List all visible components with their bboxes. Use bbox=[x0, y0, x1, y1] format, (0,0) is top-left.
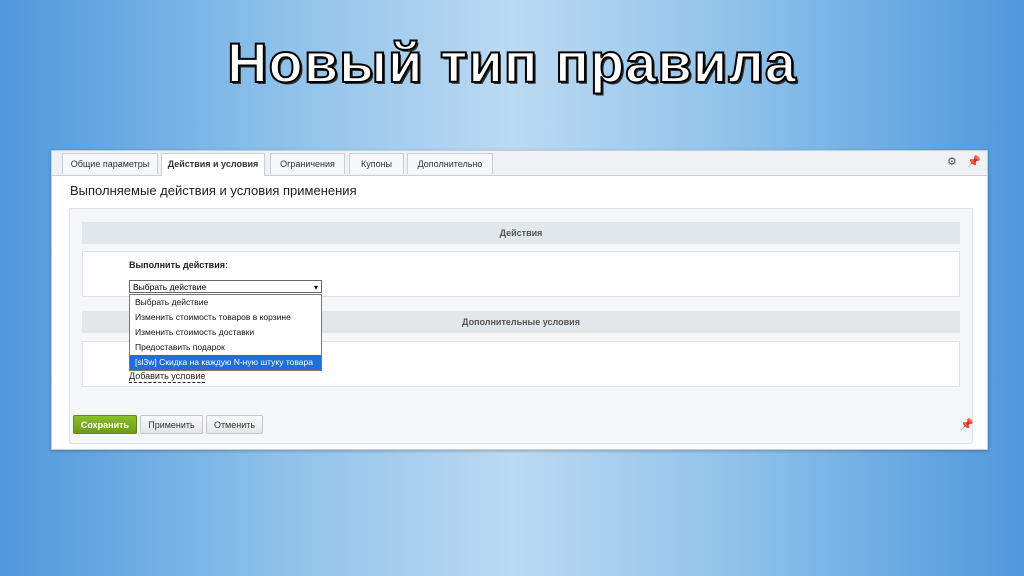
apply-button[interactable]: Применить bbox=[140, 415, 203, 434]
dropdown-option-highlighted[interactable]: [sl3w] Скидка на каждую N-ную штуку това… bbox=[130, 355, 321, 370]
chevron-down-icon: ▾ bbox=[313, 283, 318, 292]
section-title: Выполняемые действия и условия применени… bbox=[70, 183, 357, 198]
tab-actions-conditions[interactable]: Действия и условия bbox=[161, 153, 265, 176]
dropdown-option[interactable]: Изменить стоимость товаров в корзине bbox=[130, 310, 321, 325]
save-button[interactable]: Сохранить bbox=[73, 415, 137, 434]
cancel-button[interactable]: Отменить bbox=[206, 415, 263, 434]
pin-icon[interactable]: 📌 bbox=[967, 155, 981, 168]
tab-coupons[interactable]: Купоны bbox=[349, 153, 404, 174]
action-dropdown: Выбрать действие Изменить стоимость това… bbox=[129, 294, 322, 371]
actions-field-label: Выполнить действия: bbox=[129, 260, 228, 270]
pin-icon[interactable]: 📌 bbox=[960, 418, 974, 431]
action-select[interactable]: Выбрать действие ▾ bbox=[129, 280, 322, 293]
dropdown-option[interactable]: Изменить стоимость доставки bbox=[130, 325, 321, 340]
slide-title: Новый тип правила bbox=[226, 30, 797, 95]
gear-icon[interactable]: ⚙ bbox=[947, 155, 957, 168]
content-box: Действия Дополнительные условия Выполнит… bbox=[69, 208, 973, 444]
tab-restrictions[interactable]: Ограничения bbox=[270, 153, 345, 174]
tab-additional[interactable]: Дополнительно bbox=[407, 153, 493, 174]
actions-header: Действия bbox=[82, 222, 960, 244]
dropdown-option[interactable]: Выбрать действие bbox=[130, 295, 321, 310]
dropdown-option[interactable]: Предоставить подарок bbox=[130, 340, 321, 355]
tab-general[interactable]: Общие параметры bbox=[62, 153, 158, 174]
action-select-value: Выбрать действие bbox=[133, 282, 207, 292]
admin-window: Общие параметры Действия и условия Огран… bbox=[51, 150, 988, 450]
add-condition-link[interactable]: Добавить условие bbox=[129, 371, 206, 383]
tab-bar: Общие параметры Действия и условия Огран… bbox=[52, 151, 987, 176]
